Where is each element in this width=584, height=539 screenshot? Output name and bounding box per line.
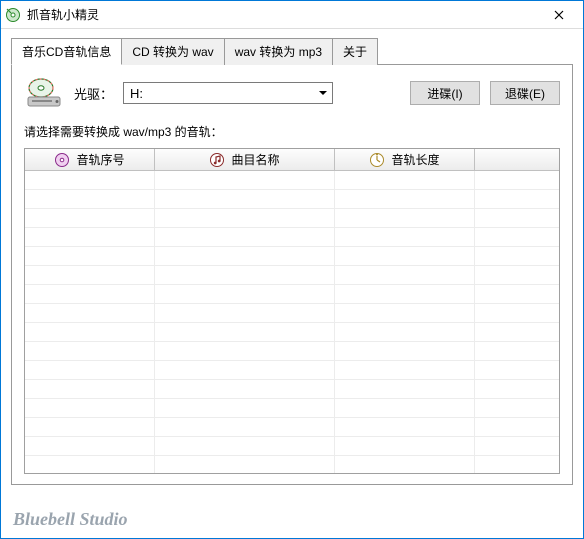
- column-track-length[interactable]: 音轨长度: [335, 149, 475, 170]
- column-label: 音轨序号: [76, 151, 124, 168]
- tab-cd-to-wav[interactable]: CD 转换为 wav: [121, 38, 224, 65]
- table-row: [25, 304, 559, 323]
- drive-label: 光驱：: [74, 84, 113, 103]
- table-row: [25, 171, 559, 190]
- tab-bar: 音乐CD音轨信息 CD 转换为 wav wav 转换为 mp3 关于: [11, 37, 573, 64]
- grid-header: 音轨序号 曲目名称: [25, 149, 559, 171]
- grid-body[interactable]: [25, 171, 559, 474]
- cd-drive-icon: [24, 77, 64, 109]
- close-button[interactable]: [539, 2, 579, 28]
- table-row: [25, 437, 559, 456]
- window-title: 抓音轨小精灵: [27, 6, 539, 23]
- footer-brand: Bluebell Studio: [13, 509, 128, 530]
- instruction-text: 请选择需要转换成 wav/mp3 的音轨：: [24, 123, 560, 140]
- table-row: [25, 190, 559, 209]
- table-row: [25, 456, 559, 474]
- table-row: [25, 228, 559, 247]
- table-row: [25, 323, 559, 342]
- tab-wav-to-mp3[interactable]: wav 转换为 mp3: [224, 38, 333, 65]
- column-label: 音轨长度: [391, 151, 439, 168]
- column-spacer: [475, 149, 559, 170]
- cd-disc-icon: [54, 152, 70, 168]
- table-row: [25, 342, 559, 361]
- tab-panel-cd-info: 光驱： H: 进碟(I) 退碟(E) 请选择需要转换成 wav/mp3 的音轨：: [11, 64, 573, 485]
- table-row: [25, 399, 559, 418]
- table-row: [25, 285, 559, 304]
- clock-icon: [369, 152, 385, 168]
- tab-about[interactable]: 关于: [332, 38, 378, 65]
- load-disc-button[interactable]: 进碟(I): [410, 81, 480, 105]
- tab-cd-info[interactable]: 音乐CD音轨信息: [11, 38, 122, 65]
- column-label: 曲目名称: [231, 151, 279, 168]
- table-row: [25, 361, 559, 380]
- music-note-icon: [209, 152, 225, 168]
- eject-disc-button[interactable]: 退碟(E): [490, 81, 560, 105]
- app-icon: [5, 7, 21, 23]
- table-row: [25, 209, 559, 228]
- titlebar: 抓音轨小精灵: [1, 1, 583, 29]
- table-row: [25, 266, 559, 285]
- table-row: [25, 418, 559, 437]
- column-track-name[interactable]: 曲目名称: [155, 149, 335, 170]
- drive-select[interactable]: H:: [123, 82, 333, 104]
- track-grid: 音轨序号 曲目名称: [24, 148, 560, 474]
- column-track-number[interactable]: 音轨序号: [25, 149, 155, 170]
- table-row: [25, 380, 559, 399]
- drive-selected-value: H:: [130, 86, 143, 101]
- table-row: [25, 247, 559, 266]
